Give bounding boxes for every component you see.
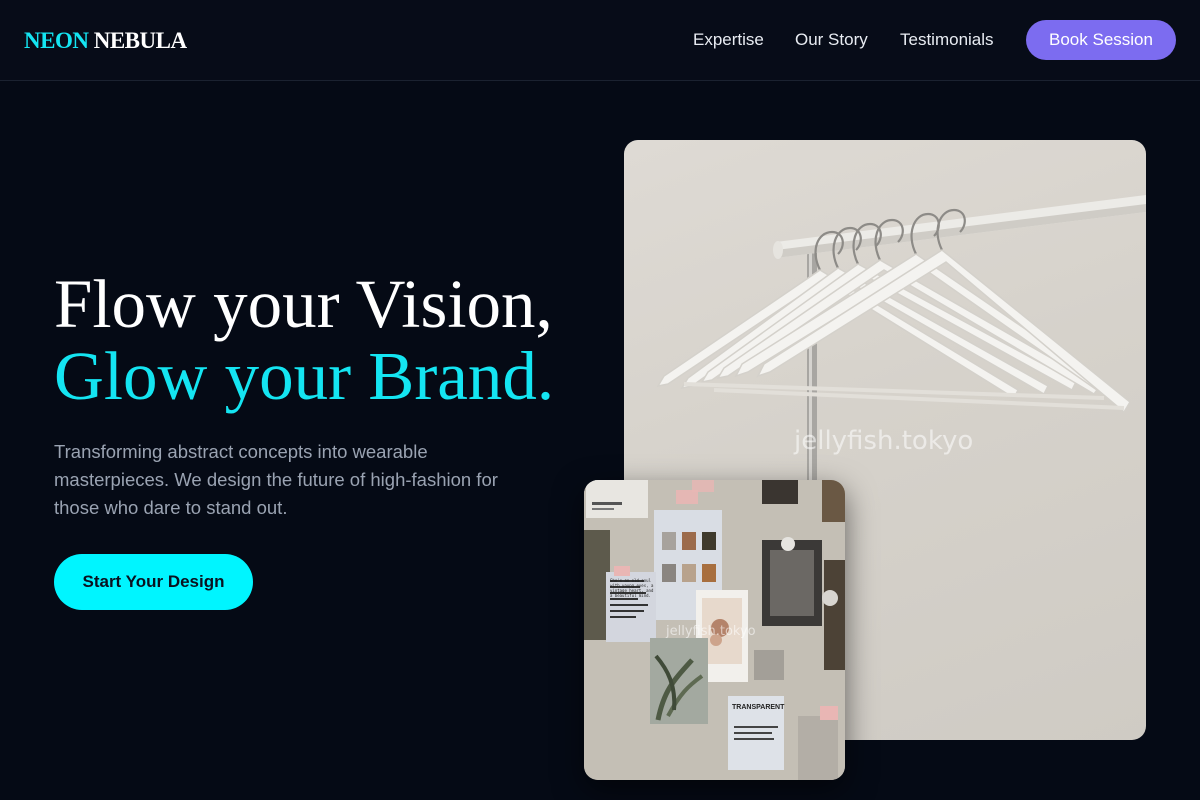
- start-your-design-button[interactable]: Start Your Design: [54, 554, 253, 610]
- nav-link-testimonials[interactable]: Testimonials: [900, 30, 994, 50]
- small-image-watermark: jellyfish.tokyo: [666, 624, 756, 639]
- book-session-button[interactable]: Book Session: [1026, 20, 1176, 60]
- hero-title: Flow your Vision, Glow your Brand.: [54, 268, 554, 412]
- hero-title-line-1: Flow your Vision,: [54, 266, 553, 342]
- main-image-watermark: jellyfish.tokyo: [794, 426, 974, 456]
- nav-link-expertise[interactable]: Expertise: [693, 30, 764, 50]
- top-navbar: NEON NEBULA Expertise Our Story Testimon…: [0, 0, 1200, 81]
- nav-link-our-story[interactable]: Our Story: [795, 30, 868, 50]
- hero-title-line-2: Glow your Brand.: [54, 338, 555, 414]
- hero-description: Transforming abstract concepts into wear…: [54, 441, 498, 518]
- hero-image-moodboard: jellyfish.tokyo She's an old soul with y…: [584, 480, 845, 780]
- logo-rest-text: NEBULA: [93, 28, 187, 53]
- transparent-tag-text: TRANSPARENT: [732, 704, 785, 711]
- logo-accent-text: NEON: [24, 28, 89, 53]
- brand-logo[interactable]: NEON NEBULA: [24, 28, 187, 54]
- poem-card-text: She's an old soul with young eyes, a vin…: [610, 578, 654, 598]
